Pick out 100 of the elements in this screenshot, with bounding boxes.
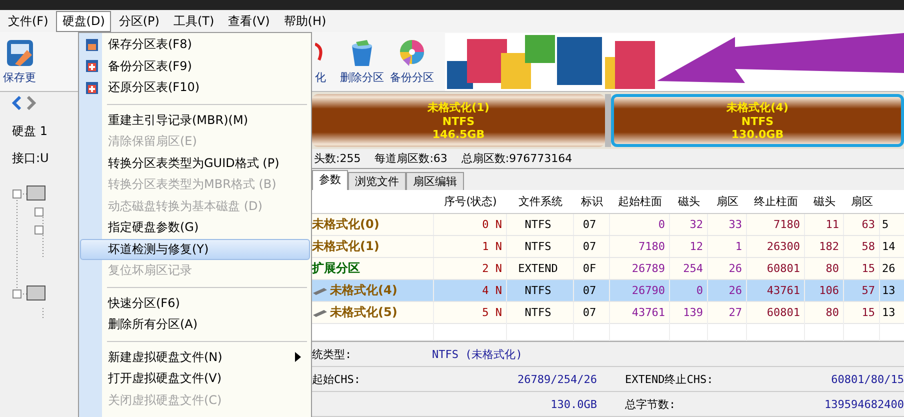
table-cell: 80 <box>805 302 844 323</box>
menu-item[interactable]: 快速分区(F6) <box>80 292 310 314</box>
drive-icon <box>312 286 328 296</box>
disc-icon <box>397 38 427 68</box>
column-header: 终止柱面 <box>753 194 799 209</box>
menu-item[interactable]: 硬盘(D) <box>56 10 111 32</box>
field-value: 26789/254/26 <box>516 372 597 386</box>
column-header: 起始柱面 <box>617 194 663 209</box>
tab[interactable]: 浏览文件 <box>348 172 406 190</box>
toolbar-button[interactable]: 删除分区 <box>337 38 387 85</box>
menu-item[interactable]: 指定硬盘参数(G) <box>80 217 310 238</box>
table-cell: 57 <box>844 280 880 301</box>
table-cell: 58 <box>844 236 880 257</box>
table-cell: 0 <box>670 280 708 301</box>
field-label: 统类型: <box>312 348 352 360</box>
table-cell: 7180 <box>610 236 670 257</box>
table-cell: 80 <box>805 258 844 279</box>
column-header: 文件系统 <box>518 194 564 209</box>
menu-item[interactable]: 文件(F) <box>2 10 54 32</box>
partition-size: 146.5GB <box>432 128 485 141</box>
table-cell: 139 <box>670 302 708 323</box>
partition-fs: NTFS <box>442 114 475 128</box>
menu-item[interactable]: 还原分区表(F10) <box>80 77 310 98</box>
menu-item[interactable]: 保存分区表(F8) <box>80 34 310 56</box>
menu-item[interactable]: 分区(P) <box>112 10 166 32</box>
table-cell: 12 <box>670 236 708 257</box>
toolbar-button[interactable]: 备份分区 <box>387 38 437 85</box>
disk-info-text: 头数:255 <box>314 151 361 166</box>
partition-fs: NTFS <box>741 114 774 128</box>
column-header: 标识 <box>580 194 604 209</box>
table-cell-text: 13 <box>881 305 896 321</box>
menu-item[interactable]: 重建主引导记录(MBR)(M) <box>80 110 310 131</box>
table-cell: 43761 <box>747 280 805 301</box>
partition-name: 未格式化(1) <box>312 238 380 255</box>
field-value: NTFS (未格式化) <box>432 346 524 362</box>
disk-label: 硬盘 1 <box>12 123 48 140</box>
partition-name: 扩展分区 <box>312 260 360 277</box>
table-cell: NTFS <box>507 236 574 257</box>
table-cell: 07 <box>574 280 610 301</box>
table-cell-text: 14 <box>881 239 896 255</box>
partition-name: 未格式化(4) <box>726 100 788 115</box>
table-cell: 5 N <box>434 302 507 323</box>
table-cell-text: 26 <box>881 261 896 277</box>
table-cell: 15 <box>844 302 880 323</box>
table-cell: 11 <box>805 214 844 235</box>
partition-name: 未格式化(0) <box>312 216 380 233</box>
table-cell: 15 <box>844 258 880 279</box>
field-label: EXTEND终止CHS: <box>625 372 714 386</box>
menu-item[interactable]: 转换分区表类型为GUID格式 (P) <box>80 152 310 174</box>
column-header: 磁头 <box>812 194 836 209</box>
table-cell: 2 N <box>434 258 507 279</box>
column-header: 序号(状态) <box>443 194 498 209</box>
field-value: 139594682400 <box>824 398 904 410</box>
column-header: 磁头 <box>677 194 701 209</box>
table-cell: 254 <box>670 258 708 279</box>
table-cell: 60801 <box>747 258 805 279</box>
menu-item[interactable]: 查看(V) <box>222 10 276 32</box>
menu-item[interactable]: 打开虚拟硬盘文件(V) <box>80 368 310 390</box>
table-cell: EXTEND <box>507 258 574 279</box>
table-cell: 4 N <box>434 280 507 301</box>
toolbar-button[interactable]: 化 <box>315 38 337 85</box>
menu-item[interactable]: 删除所有分区(A) <box>80 314 310 336</box>
menu-item[interactable]: 坏道检测与修复(Y) <box>80 238 310 260</box>
submenu-arrow-icon <box>295 352 301 362</box>
field-label: 起始CHS: <box>312 372 360 386</box>
table-cell-text: 13 <box>881 283 896 299</box>
partition-block[interactable]: 未格式化(4) NTFS 130.0GB <box>611 94 904 147</box>
table-cell: 33 <box>708 214 747 235</box>
tab[interactable]: 参数 <box>312 170 348 190</box>
menu-item[interactable]: 工具(T) <box>167 10 220 32</box>
menu-item[interactable]: 备份分区表(F9) <box>80 56 310 77</box>
partition-name: 未格式化(4) <box>330 282 398 299</box>
partition-name: 未格式化(5) <box>330 304 398 321</box>
table-cell: 1 N <box>434 236 507 257</box>
partition-block[interactable]: 未格式化(1) NTFS 146.5GB <box>312 94 605 147</box>
table-cell: 26 <box>708 280 747 301</box>
table-cell: 26300 <box>747 236 805 257</box>
drive-icon <box>312 308 328 318</box>
interface-label: 接口:U <box>12 150 49 167</box>
table-cell: 27 <box>708 302 747 323</box>
field-value: 130.0GB <box>550 398 597 410</box>
table-cell: 26 <box>708 258 747 279</box>
table-cell: 32 <box>670 214 708 235</box>
menu-item[interactable]: 新建虚拟硬盘文件(N) <box>80 346 310 368</box>
table-cell: 07 <box>574 214 610 235</box>
table-cell: 1 <box>708 236 747 257</box>
partition-name: 未格式化(1) <box>428 100 490 115</box>
table-cell: 0 <box>610 214 670 235</box>
toolbar-button[interactable]: 保存更 <box>0 38 39 85</box>
table-cell: 182 <box>805 236 844 257</box>
column-header: 扇区 <box>850 194 874 209</box>
table-cell-text: 5 <box>881 217 890 233</box>
table-cell: 60801 <box>747 302 805 323</box>
tab[interactable]: 扇区编辑 <box>406 172 464 190</box>
table-cell: 43761 <box>610 302 670 323</box>
table-cell: 07 <box>574 236 610 257</box>
table-cell: NTFS <box>507 280 574 301</box>
table-cell: 7180 <box>747 214 805 235</box>
table-cell: 26789 <box>610 258 670 279</box>
menu-item[interactable]: 帮助(H) <box>278 10 332 32</box>
